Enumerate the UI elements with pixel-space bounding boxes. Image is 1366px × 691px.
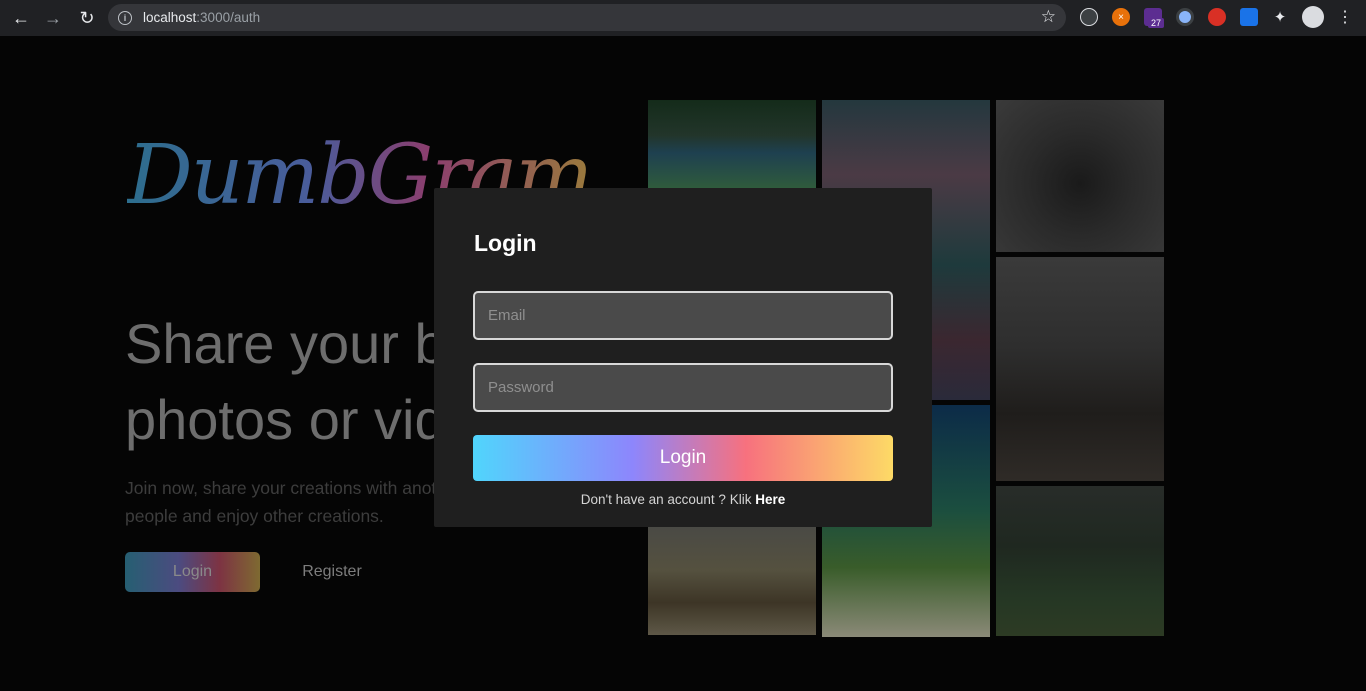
register-switch-text: Don't have an account ? Klik Here: [580, 492, 786, 507]
profile-avatar-icon[interactable]: [1302, 6, 1324, 28]
extension-bulb-icon[interactable]: [1080, 8, 1098, 26]
menu-kebab-icon[interactable]: ⋮: [1336, 8, 1354, 26]
hero-register-button[interactable]: Register: [290, 552, 374, 592]
auth-page: DumbGram Share your best photos or video…: [0, 36, 1366, 691]
url-text: localhost:3000/auth: [143, 10, 261, 25]
browser-toolbar: ← → ↻ i localhost:3000/auth ☆ × 27 ✦ ⋮: [0, 0, 1366, 36]
hero-login-button[interactable]: Login: [125, 552, 260, 592]
photo-motorcycle: [996, 257, 1164, 481]
extension-ring-icon[interactable]: [1176, 8, 1194, 26]
modal-title: Login: [474, 230, 537, 256]
email-input[interactable]: [473, 291, 893, 340]
site-info-icon[interactable]: i: [118, 10, 132, 25]
photo-street-cafe: [648, 527, 816, 635]
login-modal: Login Login Don't have an account ? Klik…: [434, 188, 932, 527]
address-bar[interactable]: i localhost:3000/auth ☆: [108, 4, 1066, 31]
password-input[interactable]: [473, 363, 893, 412]
photo-portrait: [996, 100, 1164, 252]
extensions-puzzle-icon[interactable]: ✦: [1271, 8, 1289, 26]
photo-forest: [996, 486, 1164, 636]
extension-badge: 27: [1148, 18, 1165, 28]
forward-icon[interactable]: →: [38, 3, 68, 33]
extension-red-icon[interactable]: [1208, 8, 1226, 26]
extension-blue-icon[interactable]: [1240, 8, 1258, 26]
back-icon[interactable]: ←: [6, 3, 36, 33]
register-here-link[interactable]: Here: [755, 492, 785, 507]
photo-river: [648, 100, 816, 188]
reload-icon[interactable]: ↻: [72, 3, 102, 33]
hero-subtitle: Join now, share your creations with anot…: [125, 478, 445, 526]
login-submit-button[interactable]: Login: [473, 435, 893, 481]
extension-orange-icon[interactable]: ×: [1112, 8, 1130, 26]
bookmark-star-icon[interactable]: ☆: [1041, 7, 1056, 27]
